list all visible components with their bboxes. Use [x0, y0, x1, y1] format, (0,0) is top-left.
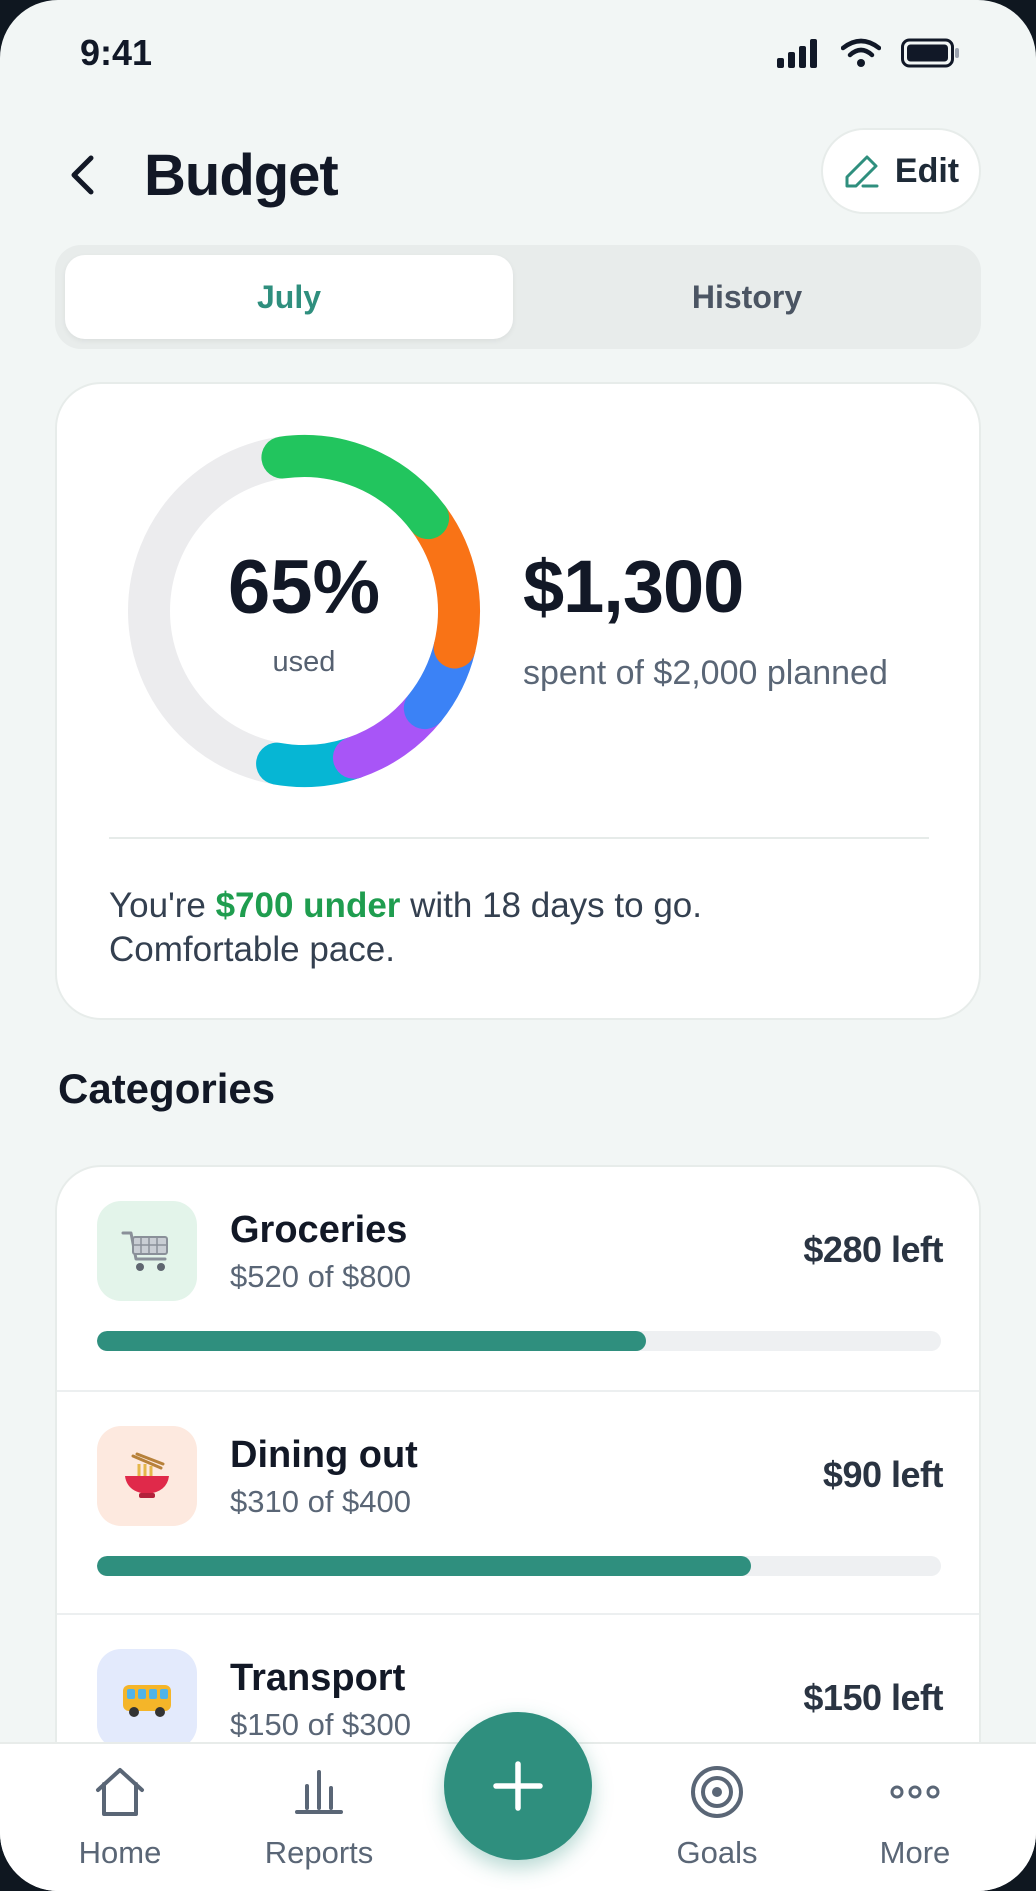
tab-more-label: More: [879, 1835, 951, 1870]
category-row-dining-out[interactable]: Dining out $310 of $400 $90 left: [57, 1390, 979, 1615]
divider: [109, 837, 929, 839]
tab-history[interactable]: History: [523, 255, 971, 339]
category-remaining: $150 left: [803, 1677, 943, 1718]
status-time: 9:41: [80, 32, 153, 73]
progress-fill: [97, 1331, 646, 1351]
signal-icon: [777, 39, 817, 68]
category-remaining: $90 left: [822, 1454, 944, 1495]
pace-line2: Comfortable pace.: [109, 930, 395, 969]
period-segmented-control: July History: [55, 245, 981, 349]
phone-screen: 9:41 Budget Edit July History 65% used $…: [0, 0, 1036, 1891]
bus-icon: [97, 1649, 197, 1749]
edit-button-label: Edit: [894, 151, 960, 190]
pace-message: You're $700 under with 18 days to go. Co…: [109, 884, 929, 972]
category-name: Dining out: [230, 1434, 418, 1476]
home-icon: [96, 1768, 144, 1816]
spent-of-planned: spent of $2,000 planned: [523, 654, 888, 692]
back-chevron-icon[interactable]: [60, 150, 110, 200]
percent-used-value: 65%: [227, 545, 381, 630]
pencil-icon: [845, 155, 879, 188]
wifi-icon: [841, 38, 881, 67]
battery-icon: [901, 38, 959, 68]
category-spent: $520 of $800: [230, 1259, 412, 1294]
tab-july[interactable]: July: [65, 255, 513, 339]
tab-reports[interactable]: Reports: [234, 1764, 404, 1871]
percent-used-label: used: [272, 646, 336, 678]
page-title: Budget: [144, 143, 339, 208]
bar-chart-icon: [295, 1770, 343, 1814]
tab-reports-label: Reports: [264, 1835, 374, 1870]
pace-highlight: $700 under: [215, 886, 401, 925]
spent-amount: $1,300: [523, 545, 744, 628]
shopping-cart-icon: [97, 1201, 197, 1301]
category-name: Transport: [230, 1657, 406, 1699]
add-transaction-button[interactable]: [444, 1712, 592, 1860]
plus-icon: [493, 1761, 543, 1811]
category-spent: $310 of $400: [230, 1484, 412, 1519]
noodle-bowl-icon: [97, 1426, 197, 1526]
category-progress-bar: [97, 1556, 941, 1576]
page-header: Budget Edit: [0, 120, 1036, 230]
tab-home[interactable]: Home: [35, 1764, 205, 1871]
category-spent: $150 of $300: [230, 1707, 412, 1742]
tab-home-label: Home: [78, 1835, 162, 1870]
pace-suffix: with 18 days to go.: [400, 886, 702, 925]
category-remaining: $280 left: [803, 1229, 943, 1270]
more-dots-icon: [890, 1785, 940, 1799]
edit-button[interactable]: Edit: [821, 128, 981, 214]
category-progress-bar: [97, 1331, 941, 1351]
target-icon: [691, 1766, 743, 1818]
pace-prefix: You're: [109, 886, 216, 925]
status-icons: [777, 38, 961, 68]
tab-more[interactable]: More: [830, 1764, 1000, 1871]
category-row-groceries[interactable]: Groceries $520 of $800 $280 left: [57, 1167, 979, 1390]
tab-goals[interactable]: Goals: [632, 1764, 802, 1871]
tab-goals-label: Goals: [676, 1835, 758, 1870]
categories-heading: Categories: [58, 1065, 276, 1112]
status-bar: 9:41: [0, 0, 1036, 100]
budget-summary-card: 65% used $1,300 spent of $2,000 planned …: [55, 382, 981, 1020]
progress-fill: [97, 1556, 752, 1576]
donut-segment: [261, 435, 450, 540]
category-name: Groceries: [230, 1209, 408, 1251]
